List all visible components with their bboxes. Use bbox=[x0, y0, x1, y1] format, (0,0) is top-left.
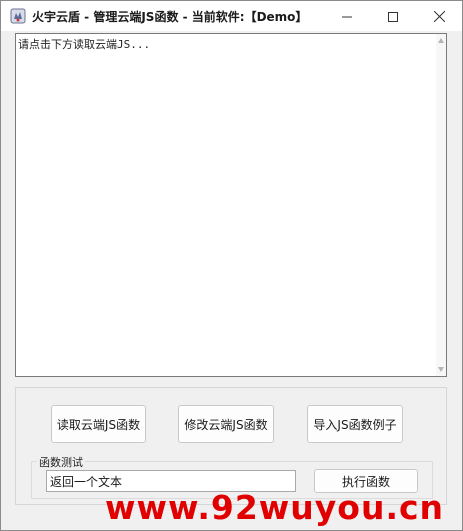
function-test-title: 函数测试 bbox=[37, 454, 85, 470]
close-button[interactable] bbox=[416, 1, 462, 31]
import-js-example-button[interactable]: 导入JS函数例子 bbox=[307, 405, 403, 443]
modify-cloud-js-button[interactable]: 修改云端JS函数 bbox=[178, 405, 274, 443]
shield-app-icon bbox=[10, 8, 26, 24]
window-title: 火宇云盾 - 管理云端JS函数 - 当前软件:【Demo】 bbox=[32, 10, 308, 24]
maximize-icon bbox=[388, 7, 398, 26]
output-text: 请点击下方读取云端JS... bbox=[18, 38, 151, 51]
app-window: 火宇云盾 - 管理云端JS函数 - 当前软件:【Demo】 请点击下方读取云端J… bbox=[0, 0, 463, 531]
close-icon bbox=[433, 7, 445, 26]
minimize-icon bbox=[342, 7, 352, 26]
minimize-button[interactable] bbox=[324, 1, 370, 31]
read-cloud-js-button[interactable]: 读取云端JS函数 bbox=[51, 405, 146, 443]
vertical-scrollbar[interactable] bbox=[436, 34, 446, 376]
scroll-up-icon[interactable] bbox=[438, 38, 444, 43]
watermark-text: www.92wuyou.cn bbox=[105, 488, 445, 527]
maximize-button[interactable] bbox=[370, 1, 416, 31]
js-output-textarea[interactable]: 请点击下方读取云端JS... bbox=[15, 33, 447, 377]
scroll-down-icon[interactable] bbox=[438, 367, 444, 372]
title-bar[interactable]: 火宇云盾 - 管理云端JS函数 - 当前软件:【Demo】 bbox=[1, 1, 462, 31]
